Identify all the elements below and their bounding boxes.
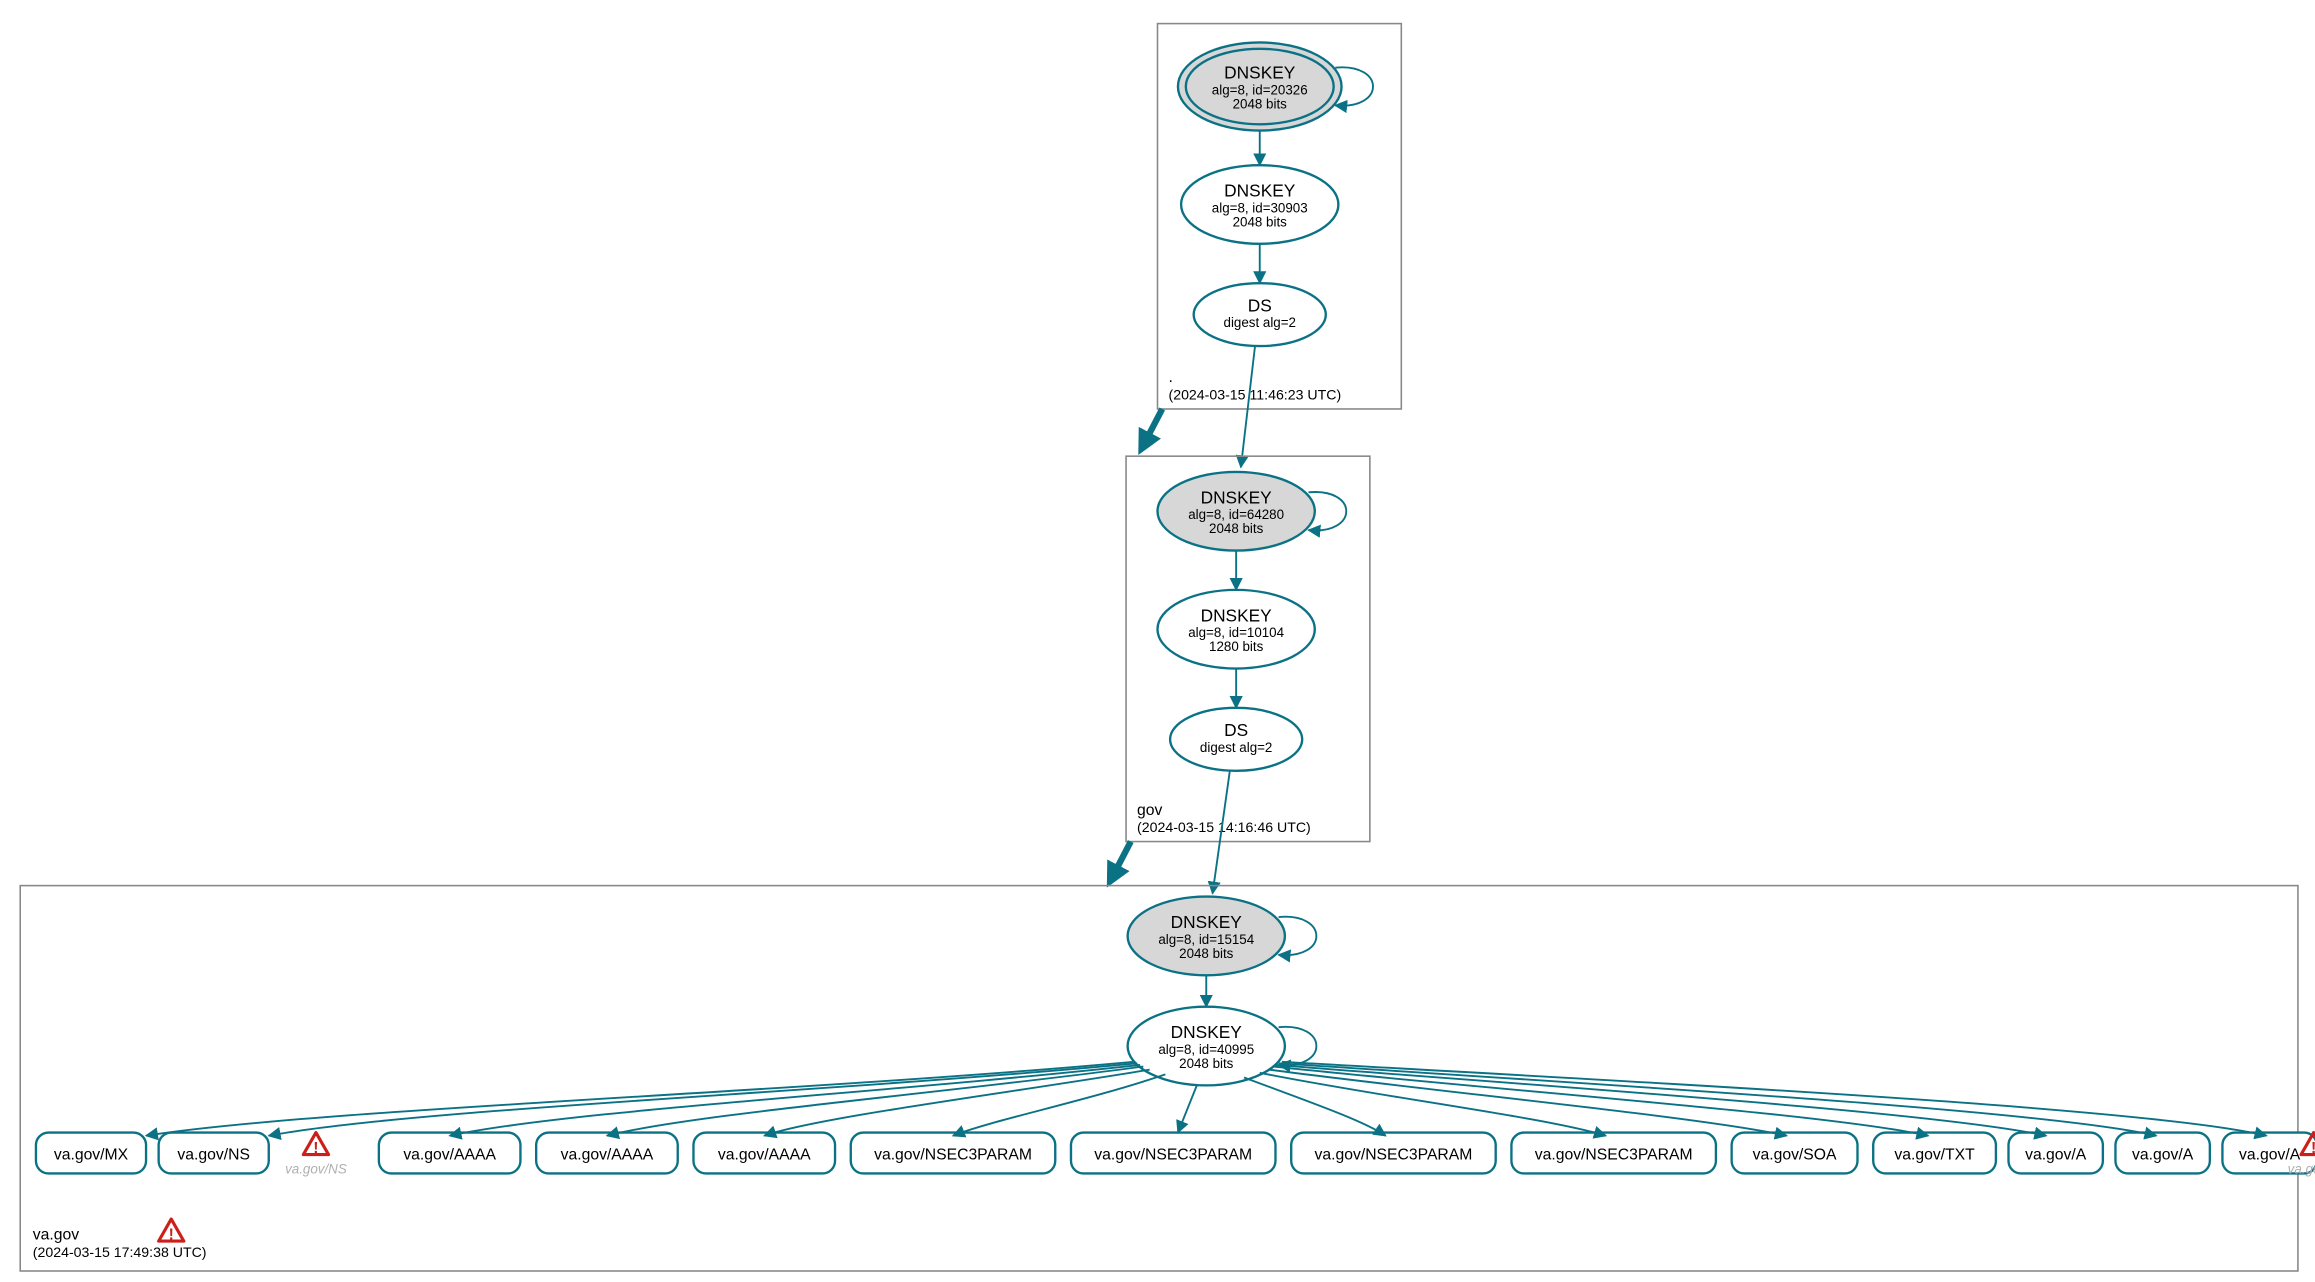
svg-text:2048 bits: 2048 bits	[1179, 946, 1234, 961]
svg-text:va.gov/NS: va.gov/NS	[285, 1161, 347, 1176]
svg-text:DS: DS	[1224, 720, 1248, 740]
svg-text:2048 bits: 2048 bits	[1209, 521, 1264, 536]
svg-text:!: !	[2311, 1140, 2315, 1157]
svg-text:DNSKEY: DNSKEY	[1171, 1022, 1243, 1042]
zone-gov: gov (2024-03-15 14:16:46 UTC) DNSKEY alg…	[1126, 456, 1370, 841]
svg-text:va.gov/AAAA: va.gov/AAAA	[561, 1146, 654, 1163]
svg-text:alg=8, id=20326: alg=8, id=20326	[1212, 82, 1308, 97]
gov-ds-node[interactable]: DS digest alg=2	[1170, 708, 1302, 771]
gov-zsk-node[interactable]: DNSKEY alg=8, id=10104 1280 bits	[1158, 590, 1315, 669]
edge-root-to-gov-zone	[1142, 409, 1162, 448]
svg-text:2048 bits: 2048 bits	[1233, 215, 1288, 230]
svg-text:va.gov/A: va.gov/A	[2288, 1161, 2315, 1176]
svg-text:va.gov/MX: va.gov/MX	[54, 1146, 129, 1163]
svg-text:2048 bits: 2048 bits	[1179, 1056, 1234, 1071]
svg-text:va.gov/A: va.gov/A	[2025, 1146, 2087, 1163]
edge-gov-to-va-zone	[1110, 842, 1130, 881]
svg-text:DS: DS	[1248, 295, 1272, 315]
root-ksk-node[interactable]: DNSKEY alg=8, id=20326 2048 bits	[1178, 42, 1342, 130]
svg-text:va.gov/NSEC3PARAM: va.gov/NSEC3PARAM	[1094, 1146, 1252, 1163]
zone-gov-ts: (2024-03-15 14:16:46 UTC)	[1137, 819, 1311, 835]
svg-text:digest alg=2: digest alg=2	[1224, 315, 1296, 330]
svg-text:DNSKEY: DNSKEY	[1224, 181, 1296, 201]
svg-text:DNSKEY: DNSKEY	[1201, 605, 1273, 625]
va-ksk-node[interactable]: DNSKEY alg=8, id=15154 2048 bits	[1128, 897, 1285, 976]
svg-text:!: !	[169, 1227, 174, 1244]
svg-text:va.gov/NSEC3PARAM: va.gov/NSEC3PARAM	[1315, 1146, 1473, 1163]
rrset-va-aaaa-2[interactable]: va.gov/AAAA	[536, 1133, 678, 1174]
rrset-va-aaaa-1[interactable]: va.gov/AAAA	[379, 1133, 521, 1174]
svg-text:2048 bits: 2048 bits	[1233, 97, 1288, 112]
svg-text:va.gov/NSEC3PARAM: va.gov/NSEC3PARAM	[1535, 1146, 1693, 1163]
zone-gov-label: gov	[1137, 802, 1162, 819]
rrset-va-a-1[interactable]: va.gov/A	[2008, 1133, 2102, 1174]
zone-root-label: .	[1169, 369, 1173, 386]
rrset-va-mx[interactable]: va.gov/MX	[36, 1133, 146, 1174]
edge-root-ds-to-gov-ksk	[1241, 346, 1255, 467]
svg-text:va.gov/NSEC3PARAM: va.gov/NSEC3PARAM	[874, 1146, 1032, 1163]
svg-text:va.gov/AAAA: va.gov/AAAA	[718, 1146, 811, 1163]
root-zsk-node[interactable]: DNSKEY alg=8, id=30903 2048 bits	[1181, 165, 1338, 244]
svg-text:DNSKEY: DNSKEY	[1224, 63, 1296, 83]
rrset-va-txt[interactable]: va.gov/TXT	[1873, 1133, 1996, 1174]
zone-root-ts: (2024-03-15 11:46:23 UTC)	[1169, 387, 1342, 403]
zone-va-ts: (2024-03-15 17:49:38 UTC)	[33, 1244, 207, 1260]
root-ds-node[interactable]: DS digest alg=2	[1194, 283, 1326, 346]
rrset-va-soa[interactable]: va.gov/SOA	[1732, 1133, 1858, 1174]
rrset-va-a-2[interactable]: va.gov/A	[2115, 1133, 2209, 1174]
svg-text:va.gov/TXT: va.gov/TXT	[1894, 1146, 1975, 1163]
svg-text:alg=8, id=64280: alg=8, id=64280	[1188, 507, 1284, 522]
svg-text:alg=8, id=10104: alg=8, id=10104	[1188, 625, 1284, 640]
svg-text:alg=8, id=15154: alg=8, id=15154	[1158, 932, 1254, 947]
rrset-va-nsec3-2[interactable]: va.gov/NSEC3PARAM	[1071, 1133, 1275, 1174]
zone-va-warning[interactable]: !	[159, 1219, 184, 1243]
rrset-va-aaaa-3[interactable]: va.gov/AAAA	[693, 1133, 835, 1174]
svg-text:va.gov/NS: va.gov/NS	[177, 1146, 250, 1163]
rrset-va-nsec3-3[interactable]: va.gov/NSEC3PARAM	[1291, 1133, 1495, 1174]
zone-va-label: va.gov	[33, 1227, 79, 1244]
rrset-va-ns[interactable]: va.gov/NS	[159, 1133, 269, 1174]
svg-text:digest alg=2: digest alg=2	[1200, 740, 1272, 755]
zone-root: . (2024-03-15 11:46:23 UTC) DNSKEY alg=8…	[1158, 24, 1402, 409]
svg-text:DNSKEY: DNSKEY	[1171, 912, 1243, 932]
svg-text:va.gov/AAAA: va.gov/AAAA	[403, 1146, 496, 1163]
svg-text:alg=8, id=30903: alg=8, id=30903	[1212, 200, 1308, 215]
svg-text:!: !	[313, 1140, 318, 1157]
svg-text:va.gov/A: va.gov/A	[2132, 1146, 2194, 1163]
gov-ksk-node[interactable]: DNSKEY alg=8, id=64280 2048 bits	[1158, 472, 1315, 551]
svg-text:DNSKEY: DNSKEY	[1201, 487, 1273, 507]
rrset-va-nsec3-1[interactable]: va.gov/NSEC3PARAM	[851, 1133, 1055, 1174]
svg-text:va.gov/SOA: va.gov/SOA	[1753, 1146, 1837, 1163]
warning-va-ns[interactable]: ! va.gov/NS	[285, 1133, 347, 1177]
svg-text:alg=8, id=40995: alg=8, id=40995	[1158, 1042, 1254, 1057]
zone-va: va.gov (2024-03-15 17:49:38 UTC) ! DNSKE…	[20, 886, 2315, 1271]
rrset-va-nsec3-4[interactable]: va.gov/NSEC3PARAM	[1511, 1133, 1715, 1174]
svg-text:1280 bits: 1280 bits	[1209, 639, 1264, 654]
